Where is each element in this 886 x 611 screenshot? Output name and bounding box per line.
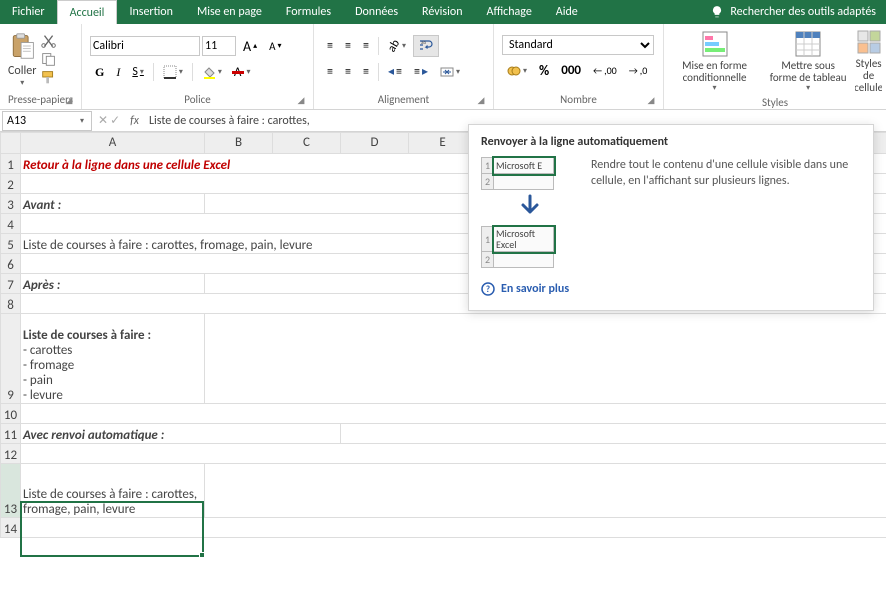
col-head[interactable]: D xyxy=(341,133,409,154)
align-top-button[interactable]: ≡ xyxy=(322,36,338,56)
tab-help[interactable]: Aide xyxy=(544,0,590,24)
tooltip-illustration: 1Microsoft E2 1Microsoft Excel2 xyxy=(481,157,579,268)
tell-me[interactable]: Rechercher des outils adaptés xyxy=(590,0,886,24)
tab-formulas[interactable]: Formules xyxy=(274,0,343,24)
borders-button[interactable]: ▾ xyxy=(158,62,188,82)
cell[interactable]: Avant : xyxy=(21,194,205,214)
cell[interactable]: Avec renvoi automatique : xyxy=(21,424,341,444)
align-right-button[interactable]: ≡ xyxy=(358,62,374,82)
cut-icon[interactable] xyxy=(40,33,58,49)
col-head[interactable]: A xyxy=(21,133,205,154)
underline-button[interactable]: S▾ xyxy=(127,62,149,82)
tab-view[interactable]: Affichage xyxy=(475,0,544,24)
cancel-formula-icon[interactable]: ✕ xyxy=(98,113,108,128)
decrease-font-button[interactable]: A▾ xyxy=(264,37,286,56)
paste-button[interactable]: Coller ▾ xyxy=(4,30,40,88)
enter-formula-icon[interactable]: ✓ xyxy=(110,113,120,128)
increase-indent-button[interactable]: ≡▸ xyxy=(409,61,433,82)
decrease-indent-button[interactable]: ◂≡ xyxy=(383,61,407,82)
align-dialog-launcher[interactable]: ◢ xyxy=(475,95,487,107)
cell-styles-button[interactable]: Styles de cellule xyxy=(855,26,882,96)
align-left-button[interactable]: ≡ xyxy=(322,62,338,82)
thousands-button[interactable]: 000 xyxy=(556,60,586,81)
conditional-formatting-button[interactable]: Mise en forme conditionnelle▾ xyxy=(668,28,761,95)
number-dialog-launcher[interactable]: ◢ xyxy=(645,95,657,107)
format-painter-icon[interactable] xyxy=(40,69,58,85)
table-icon xyxy=(794,30,822,58)
lightbulb-icon xyxy=(710,5,724,19)
tab-home[interactable]: Accueil xyxy=(57,0,118,24)
fill-color-button[interactable]: ▾ xyxy=(197,62,227,82)
increase-font-button[interactable]: A▴ xyxy=(238,35,262,58)
tab-file[interactable]: Fichier xyxy=(0,0,57,24)
col-head[interactable]: C xyxy=(273,133,341,154)
clipboard-dialog-launcher[interactable]: ◢ xyxy=(63,95,75,107)
font-dialog-launcher[interactable]: ◢ xyxy=(295,95,307,107)
increase-decimal-button[interactable]: ←,00 xyxy=(588,61,622,80)
namebox-dropdown[interactable]: ▾ xyxy=(80,116,84,126)
wrap-text-tooltip: Renvoyer à la ligne automatiquement 1Mic… xyxy=(468,124,874,311)
align-bottom-button[interactable]: ≡ xyxy=(358,36,374,56)
tab-insert[interactable]: Insertion xyxy=(117,0,185,24)
tooltip-title: Renvoyer à la ligne automatiquement xyxy=(481,135,861,149)
tooltip-text: Rendre tout le contenu d'une cellule vis… xyxy=(591,157,861,268)
align-group-label: Alignement xyxy=(378,93,429,106)
merge-icon xyxy=(440,65,454,79)
conditional-formatting-icon xyxy=(701,30,729,58)
align-center-button[interactable]: ≡ xyxy=(340,62,356,82)
svg-text:ab: ab xyxy=(421,40,426,46)
number-group-label: Nombre xyxy=(560,93,597,106)
cell-styles-icon xyxy=(855,28,882,56)
bucket-icon xyxy=(202,65,216,79)
bold-button[interactable]: G xyxy=(90,62,109,83)
ribbon-tabs: Fichier Accueil Insertion Mise en page F… xyxy=(0,0,886,24)
align-middle-button[interactable]: ≡ xyxy=(340,36,356,56)
font-size-combo[interactable] xyxy=(202,36,236,56)
svg-text:?: ? xyxy=(486,284,490,295)
tell-me-label: Rechercher des outils adaptés xyxy=(730,5,876,19)
accounting-format-button[interactable]: ▾ xyxy=(502,61,532,81)
tab-data[interactable]: Données xyxy=(343,0,410,24)
font-color-button[interactable]: A▾ xyxy=(229,62,256,83)
chevron-down-icon: ▾ xyxy=(20,78,24,88)
styles-group-label: Styles xyxy=(762,96,788,109)
fill-handle[interactable] xyxy=(199,552,205,558)
cell[interactable]: Après : xyxy=(21,274,205,294)
percent-button[interactable]: % xyxy=(534,59,554,82)
currency-icon xyxy=(507,64,521,78)
wrap-text-button[interactable]: ab xyxy=(413,35,439,57)
insert-function-button[interactable]: fx xyxy=(124,114,145,128)
number-format-combo[interactable]: Standard xyxy=(502,35,654,55)
arrow-down-icon xyxy=(515,194,545,222)
help-icon: ? xyxy=(481,282,495,296)
col-head[interactable]: B xyxy=(205,133,273,154)
tab-layout[interactable]: Mise en page xyxy=(185,0,274,24)
clipboard-icon xyxy=(8,30,36,62)
wrap-text-icon: ab xyxy=(418,38,434,54)
cell[interactable]: Liste de courses à faire : - carottes - … xyxy=(21,314,205,404)
format-as-table-button[interactable]: Mettre sous forme de tableau▾ xyxy=(761,28,855,95)
copy-icon[interactable] xyxy=(40,51,58,67)
tab-review[interactable]: Révision xyxy=(410,0,474,24)
font-name-combo[interactable] xyxy=(90,36,200,56)
font-group-label: Police xyxy=(184,93,210,106)
italic-button[interactable]: I xyxy=(111,62,125,83)
orientation-button[interactable]: ab▾ xyxy=(383,36,411,56)
select-all-corner[interactable] xyxy=(1,133,21,154)
paste-label: Coller xyxy=(8,64,36,78)
tooltip-learn-more-link[interactable]: ? En savoir plus xyxy=(481,282,861,296)
ribbon: Coller ▾ Presse-papiers◢ A▴ A▾ G xyxy=(0,24,886,110)
decrease-decimal-button[interactable]: →,0 xyxy=(624,61,653,80)
name-box[interactable] xyxy=(2,111,92,131)
cell-selected[interactable]: Liste de courses à faire : carottes, fro… xyxy=(21,464,205,518)
border-icon xyxy=(163,65,177,79)
merge-cells-button[interactable]: ▾ xyxy=(435,62,465,82)
col-head[interactable]: E xyxy=(409,133,477,154)
